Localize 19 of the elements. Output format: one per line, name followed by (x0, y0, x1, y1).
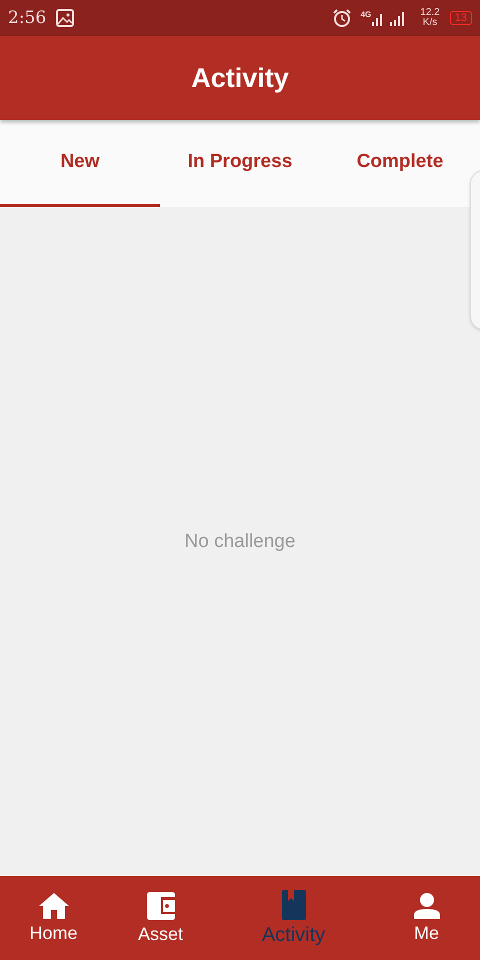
empty-message: No challenge (184, 530, 296, 552)
tab[interactable]: Complete (320, 120, 480, 207)
tab[interactable]: In Progress (160, 120, 320, 207)
person-icon (414, 892, 440, 918)
nav-item[interactable]: Asset (107, 876, 214, 960)
status-time: 2:56 (8, 8, 46, 28)
alarm-icon (332, 9, 351, 27)
nav-item[interactable]: Home (0, 876, 107, 960)
battery-level: 13 (450, 11, 472, 25)
bookmark-book-icon (282, 890, 306, 920)
image-icon (56, 9, 74, 27)
tab[interactable]: New (0, 120, 160, 207)
page-title: Activity (191, 62, 289, 94)
network-speed: 12.2 (420, 8, 440, 18)
wallet-icon (146, 892, 174, 920)
home-icon (38, 892, 68, 918)
network-type: 4G (360, 10, 372, 19)
speed-unit: K/s (422, 18, 438, 28)
nav-item[interactable]: Me (373, 876, 480, 960)
